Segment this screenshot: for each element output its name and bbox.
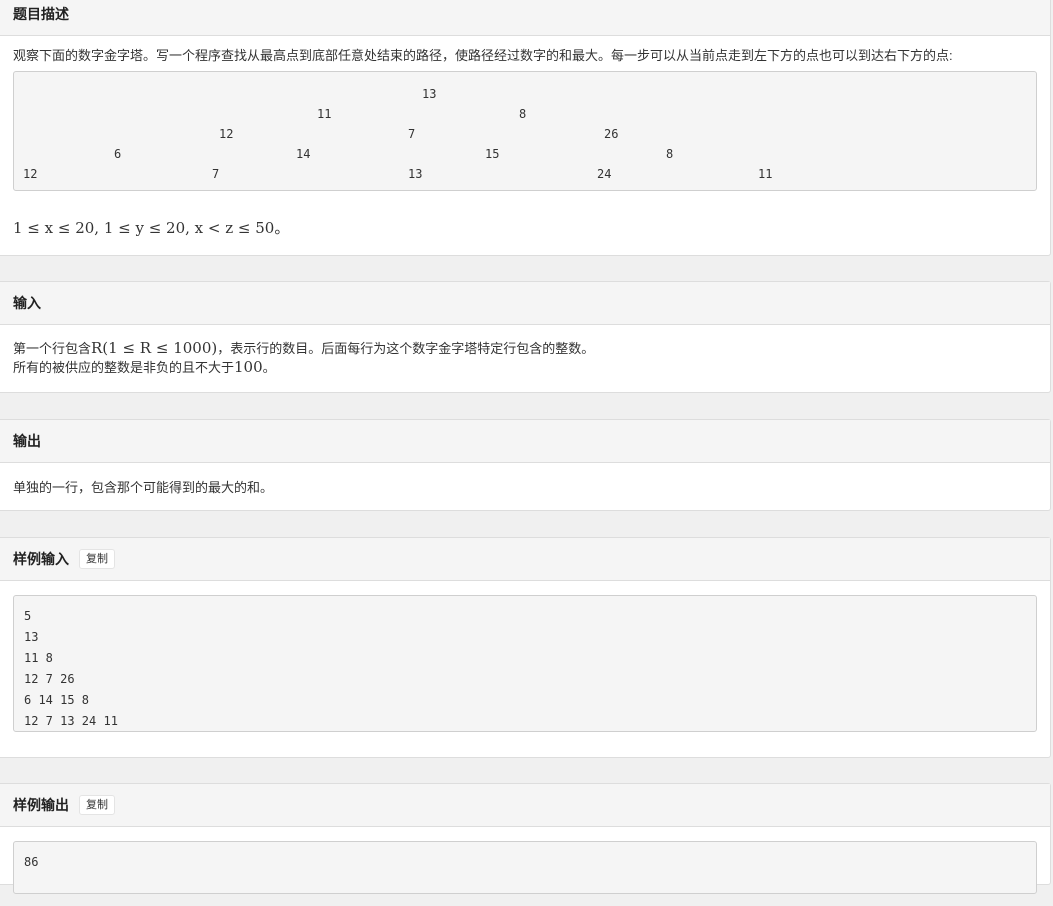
sample-input-header: 样例输入 复制: [0, 538, 1050, 581]
description-panel: 题目描述 观察下面的数字金字塔。写一个程序查找从最高点到底部任意处结束的路径，使…: [0, 0, 1051, 256]
pyramid-number: 26: [604, 127, 619, 141]
code-line: 11 8: [24, 651, 53, 665]
pyramid-number: 14: [296, 147, 311, 161]
input-line-2-suffix: 。: [262, 360, 276, 375]
sample-input-code: 5 13 11 8 12 7 26 6 14 15 8 12 7 13 24 1…: [13, 595, 1037, 732]
description-header: 题目描述: [0, 0, 1050, 36]
constraint-text: 1 ≤ x ≤ 20, 1 ≤ y ≤ 20, x < z ≤ 50。: [13, 219, 290, 237]
input-line-1: 第一个行包含R(1 ≤ R ≤ 1000)，表示行的数目。后面每行为这个数字金字…: [13, 339, 1037, 358]
output-text: 单独的一行，包含那个可能得到的最大的和。: [13, 480, 274, 495]
code-line: 6 14 15 8: [24, 693, 90, 707]
pyramid-number: 12: [23, 167, 38, 181]
copy-sample-input-button[interactable]: 复制: [79, 549, 115, 569]
description-text: 观察下面的数字金字塔。写一个程序查找从最高点到底部任意处结束的路径，使路径经过数…: [13, 48, 953, 63]
copy-sample-output-button[interactable]: 复制: [79, 795, 115, 815]
sample-input-panel: 样例输入 复制 5 13 11 8 12 7 26 6 14 15 8 12 7…: [0, 537, 1051, 758]
input-line-1-text: 第一个行包含: [13, 341, 92, 356]
input-line-2: 所有的被供应的整数是非负的且不大于100。: [13, 358, 1037, 377]
output-title: 输出: [13, 433, 41, 449]
input-line-2-text: 所有的被供应的整数是非负的且不大于: [13, 360, 235, 375]
input-line-2-math: 100: [234, 358, 263, 376]
pyramid-number: 8: [519, 107, 527, 121]
number-pyramid: 13 11 8 12 7 26 6 14 15 8 12 7 13 24 11: [13, 71, 1037, 191]
pyramid-number: 8: [666, 147, 674, 161]
input-line-1-suffix: ，表示行的数目。后面每行为这个数字金字塔特定行包含的整数。: [217, 341, 595, 356]
input-title: 输入: [13, 295, 41, 311]
pyramid-number: 7: [408, 127, 416, 141]
description-title: 题目描述: [13, 6, 69, 22]
pyramid-number: 13: [422, 87, 437, 101]
code-line: 12 7 26: [24, 672, 75, 686]
pyramid-number: 15: [485, 147, 500, 161]
pyramid-number: 6: [114, 147, 122, 161]
sample-output-title: 样例输出: [13, 797, 69, 813]
output-panel: 输出 单独的一行，包含那个可能得到的最大的和。: [0, 419, 1051, 511]
sample-output-panel: 样例输出 复制 86: [0, 783, 1051, 894]
code-line: 12 7 13 24 11: [24, 714, 118, 728]
sample-output-header: 样例输出 复制: [0, 784, 1050, 827]
pyramid-number: 13: [408, 167, 423, 181]
pyramid-number: 11: [317, 107, 332, 121]
sample-input-title: 样例输入: [13, 551, 69, 567]
input-line-1-math: R(1 ≤ R ≤ 1000): [91, 339, 218, 357]
code-line: 5: [24, 609, 32, 623]
pyramid-number: 7: [212, 167, 220, 181]
pyramid-number: 12: [219, 127, 234, 141]
output-header: 输出: [0, 420, 1050, 463]
input-header: 输入: [0, 282, 1050, 325]
input-panel: 输入 第一个行包含R(1 ≤ R ≤ 1000)，表示行的数目。后面每行为这个数…: [0, 281, 1051, 393]
pyramid-number: 11: [758, 167, 773, 181]
code-line: 13: [24, 630, 39, 644]
sample-output-code: 86: [13, 841, 1037, 894]
pyramid-number: 24: [597, 167, 612, 181]
